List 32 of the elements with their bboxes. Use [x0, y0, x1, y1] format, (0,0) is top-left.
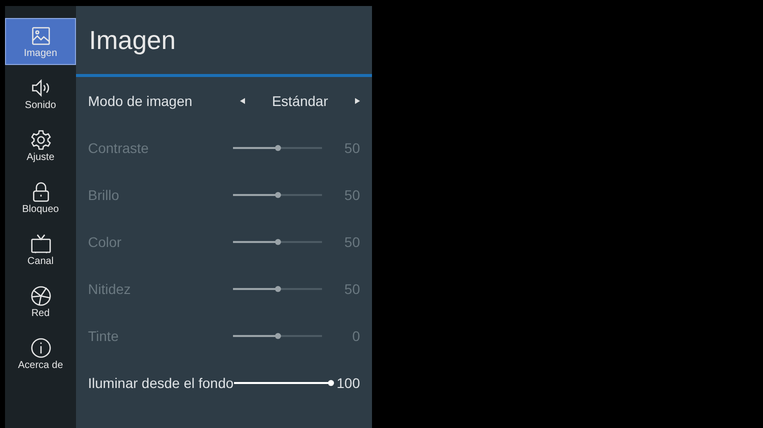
setting-label: Brillo	[88, 186, 120, 202]
setting-value: 50	[343, 234, 360, 250]
setting-value: 0	[351, 328, 360, 344]
slider[interactable]	[234, 380, 331, 386]
sidebar-item[interactable]: Sonido	[5, 70, 76, 117]
setting-value: Estándar	[270, 92, 330, 108]
sidebar-item[interactable]: Ajuste	[5, 122, 76, 169]
setting-value: 100	[336, 374, 360, 390]
panel-title: Imagen	[76, 6, 372, 77]
setting-label: Modo de imagen	[88, 92, 192, 108]
settings-icon	[30, 128, 52, 150]
sidebar-item[interactable]: Imagen	[5, 18, 76, 65]
setting-label: Nitidez	[88, 280, 131, 296]
setting-value: 50	[343, 280, 360, 296]
setting-label: Contraste	[88, 140, 149, 156]
setting-value: 50	[343, 186, 360, 202]
globe-icon	[30, 284, 52, 306]
setting-label: Iluminar desde el fondo	[88, 374, 234, 390]
left-triangle-icon[interactable]	[240, 98, 245, 104]
speaker-icon	[30, 76, 52, 98]
setting-label: Color	[88, 234, 122, 250]
tv-icon	[30, 232, 52, 254]
setting-label: Tinte	[88, 328, 119, 344]
sidebar-item[interactable]: Acerca de	[5, 330, 76, 377]
slider-thumb[interactable]	[328, 380, 334, 386]
right-triangle-icon[interactable]	[355, 98, 360, 104]
setting-value: 50	[343, 140, 360, 156]
info-icon	[30, 336, 52, 358]
sidebar-item[interactable]: Canal	[5, 226, 76, 273]
picture-icon	[30, 24, 52, 46]
sidebar-item[interactable]: Red	[5, 278, 76, 325]
sidebar-item[interactable]: Bloqueo	[5, 174, 76, 221]
